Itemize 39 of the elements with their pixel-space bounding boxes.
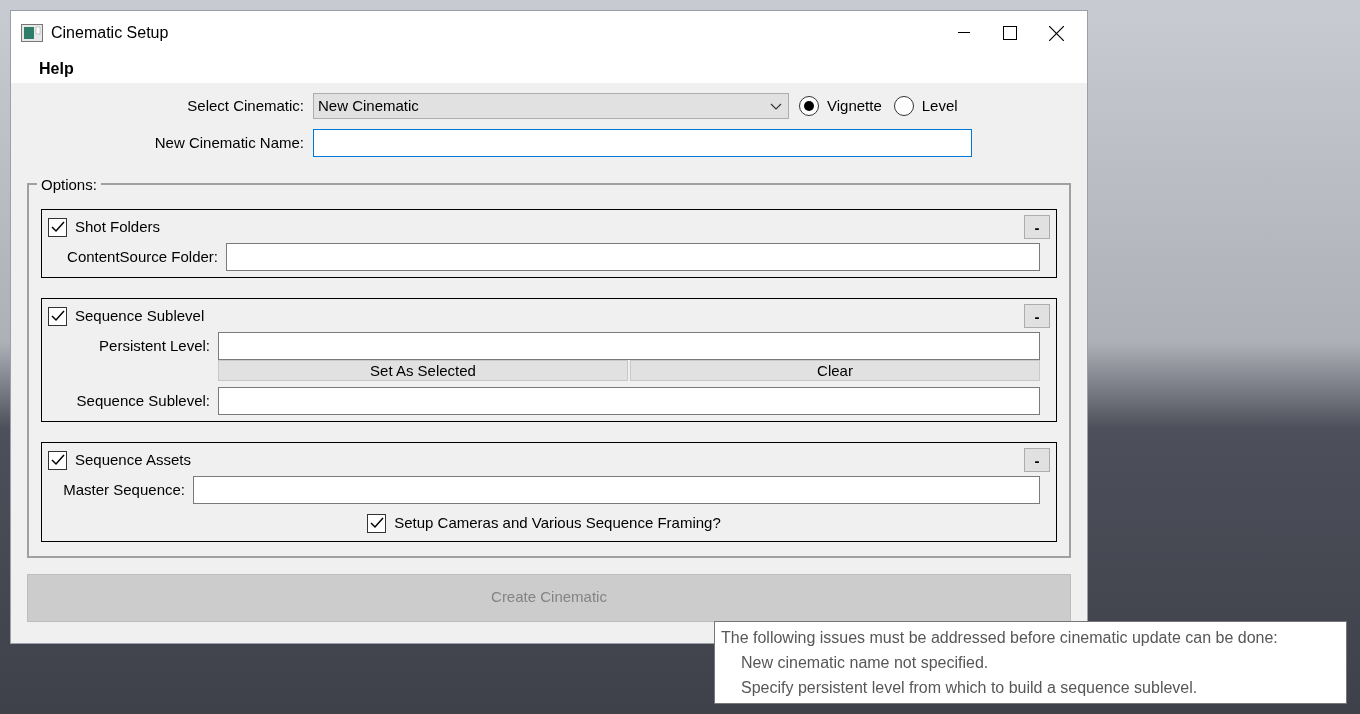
- radio-label: Vignette: [827, 95, 882, 116]
- text-input[interactable]: [218, 387, 1040, 415]
- text-input[interactable]: [226, 243, 1040, 271]
- radio-label: Level: [921, 95, 958, 116]
- action-button[interactable]: Set As Selected: [218, 360, 628, 381]
- field-label: ContentSource Folder:: [66, 246, 218, 267]
- collapse-button[interactable]: -: [1024, 448, 1050, 472]
- field-label: Master Sequence:: [62, 479, 185, 500]
- radio-button[interactable]: [799, 96, 819, 116]
- collapse-button[interactable]: -: [1024, 304, 1050, 328]
- checkbox[interactable]: [48, 450, 67, 470]
- minimize-icon: [958, 32, 970, 34]
- text-input[interactable]: [193, 476, 1040, 504]
- action-button[interactable]: Clear: [630, 360, 1040, 381]
- section-title: Sequence Assets: [75, 449, 191, 470]
- app-icon: [21, 24, 43, 42]
- field-label: New Cinematic Name:: [153, 132, 304, 153]
- checkbox-label: Setup Cameras and Various Sequence Framing?: [394, 513, 721, 533]
- menu-item[interactable]: Help: [39, 57, 74, 81]
- text-input[interactable]: [218, 332, 1040, 360]
- collapse-button[interactable]: -: [1024, 215, 1050, 239]
- close-icon: [1048, 25, 1064, 41]
- field-label: Persistent Level:: [98, 335, 210, 356]
- cinematic-name-input[interactable]: [313, 129, 972, 157]
- maximize-icon: [1003, 26, 1017, 40]
- checkbox[interactable]: [367, 513, 387, 533]
- chevron-down-icon: [770, 102, 782, 110]
- checkbox[interactable]: [48, 306, 67, 326]
- tooltip-text: New cinematic name not specified.: [740, 653, 990, 673]
- section-title: Sequence Sublevel: [75, 305, 205, 326]
- field-label: Sequence Sublevel:: [75, 390, 210, 411]
- section-title: Shot Folders: [75, 216, 161, 237]
- window-title: Cinematic Setup: [51, 23, 169, 43]
- checkbox[interactable]: [48, 217, 67, 237]
- cinematic-dropdown[interactable]: New Cinematic: [313, 93, 789, 119]
- radio-button[interactable]: [893, 96, 914, 116]
- tooltip-text: Specify persistent level from which to build a sequence sublevel.: [740, 678, 1199, 698]
- field-label: Select Cinematic:: [186, 95, 304, 116]
- tooltip-text: The following issues must be addressed before cinematic update can be done:: [721, 628, 1279, 648]
